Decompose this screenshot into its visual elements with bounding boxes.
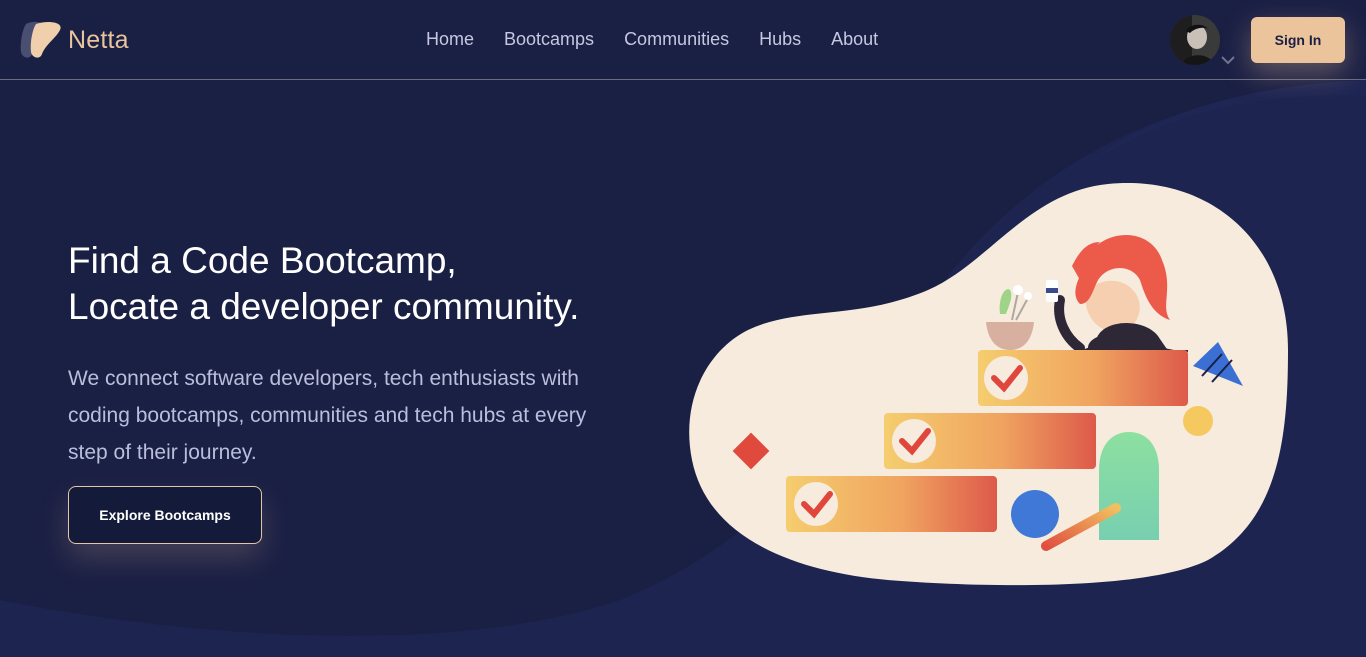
brand-logo-link[interactable]: Netta: [20, 20, 129, 60]
nav-bootcamps[interactable]: Bootcamps: [504, 29, 594, 50]
green-arch-shape: [1099, 432, 1159, 540]
hero-title-line-2: Locate a developer community.: [68, 286, 580, 327]
hero-section: Find a Code Bootcamp, Locate a developer…: [68, 238, 668, 471]
brand-name: Netta: [68, 25, 129, 54]
chevron-down-icon[interactable]: [1221, 56, 1235, 65]
hero-illustration: [689, 183, 1288, 586]
sign-in-button[interactable]: Sign In: [1251, 17, 1345, 63]
hero-subtitle: We connect software developers, tech ent…: [68, 367, 587, 464]
blue-circle-shape: [1011, 490, 1059, 538]
nav-communities[interactable]: Communities: [624, 29, 729, 50]
user-menu[interactable]: [1170, 15, 1220, 65]
top-nav-bar: Netta Home Bootcamps Communities Hubs Ab…: [0, 0, 1366, 80]
hero-title: Find a Code Bootcamp, Locate a developer…: [68, 238, 668, 330]
nav-about[interactable]: About: [831, 29, 878, 50]
yellow-circle-shape: [1183, 406, 1213, 436]
user-avatar[interactable]: [1170, 15, 1220, 65]
hero-title-line-1: Find a Code Bootcamp,: [68, 240, 457, 281]
nav-hubs[interactable]: Hubs: [759, 29, 801, 50]
nav-home[interactable]: Home: [426, 29, 474, 50]
netta-logo-icon: [20, 21, 61, 58]
main-nav: Home Bootcamps Communities Hubs About: [426, 29, 878, 50]
explore-bootcamps-button[interactable]: Explore Bootcamps: [68, 486, 262, 544]
